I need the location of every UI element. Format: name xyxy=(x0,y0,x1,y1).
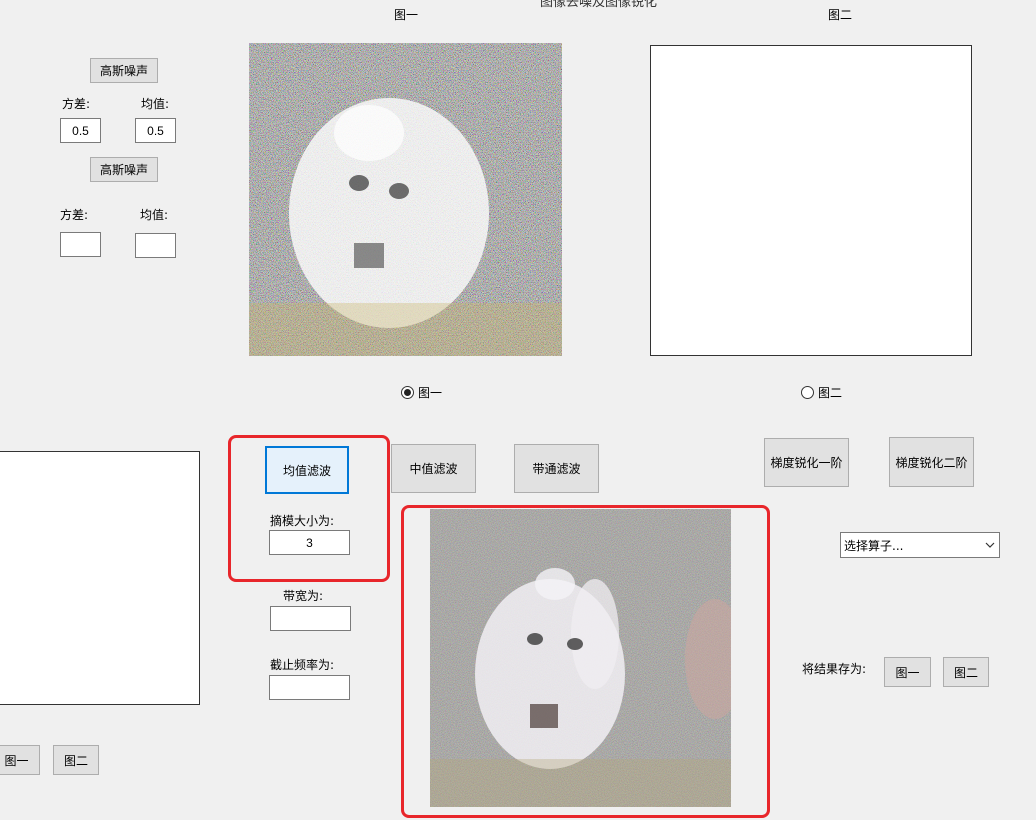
mean-label-1: 均值: xyxy=(141,97,170,111)
radio-image1-label: 图一 xyxy=(418,386,443,400)
result-picture xyxy=(430,509,731,807)
cutoff-frequency-label: 截止频率为: xyxy=(270,658,335,672)
template-size-input[interactable]: 3 xyxy=(269,530,350,555)
save-to-image1-button[interactable]: 图一 xyxy=(884,657,931,687)
left-to-image2-button[interactable]: 图二 xyxy=(53,745,99,775)
chevron-down-icon[interactable] xyxy=(981,533,999,557)
image1-title: 图一 xyxy=(394,8,419,22)
gradient-sharpen-second-button[interactable]: 梯度锐化二阶 xyxy=(889,437,974,487)
radio-unchecked-icon xyxy=(801,386,814,399)
template-size-label: 摘模大小为: xyxy=(270,514,335,528)
gradient-sharpen-first-button[interactable]: 梯度锐化一阶 xyxy=(764,438,849,487)
filtered-photo-image xyxy=(430,509,731,807)
variance-input-1[interactable]: 0.5 xyxy=(60,118,101,143)
image2-picture xyxy=(650,45,972,356)
radio-image1[interactable]: 图一 xyxy=(401,384,442,401)
radio-image2-label: 图二 xyxy=(818,386,843,400)
median-filter-button[interactable]: 中值滤波 xyxy=(391,444,476,493)
save-to-image2-button[interactable]: 图二 xyxy=(943,657,989,687)
noisy-photo-image xyxy=(249,43,562,356)
gaussian-noise-button-1[interactable]: 高斯噪声 xyxy=(90,58,158,83)
mean-label-2: 均值: xyxy=(140,208,169,222)
left-result-picture xyxy=(0,451,200,705)
operator-select-value: 选择算子... xyxy=(844,538,904,553)
mean-input-1[interactable]: 0.5 xyxy=(135,118,176,143)
save-result-label: 将结果存为: xyxy=(802,662,867,676)
operator-select[interactable]: 选择算子... xyxy=(840,532,1000,558)
window-title: 图像去噪及图像锐化 xyxy=(540,0,658,10)
image1-picture xyxy=(249,43,562,356)
bandpass-filter-button[interactable]: 带通滤波 xyxy=(514,444,599,493)
radio-checked-icon xyxy=(401,386,414,399)
mean-input-2[interactable] xyxy=(135,233,176,258)
variance-input-2[interactable] xyxy=(60,232,101,257)
variance-label-1: 方差: xyxy=(62,97,91,111)
mean-filter-button[interactable]: 均值滤波 xyxy=(265,446,349,494)
gaussian-noise-button-2[interactable]: 高斯噪声 xyxy=(90,157,158,182)
bandwidth-input[interactable] xyxy=(270,606,351,631)
radio-image2[interactable]: 图二 xyxy=(801,384,842,401)
bandwidth-label: 带宽为: xyxy=(283,589,324,603)
image2-title: 图二 xyxy=(828,8,853,22)
cutoff-frequency-input[interactable] xyxy=(269,675,350,700)
variance-label-2: 方差: xyxy=(60,208,89,222)
left-to-image1-button[interactable]: 图一 xyxy=(0,745,40,775)
